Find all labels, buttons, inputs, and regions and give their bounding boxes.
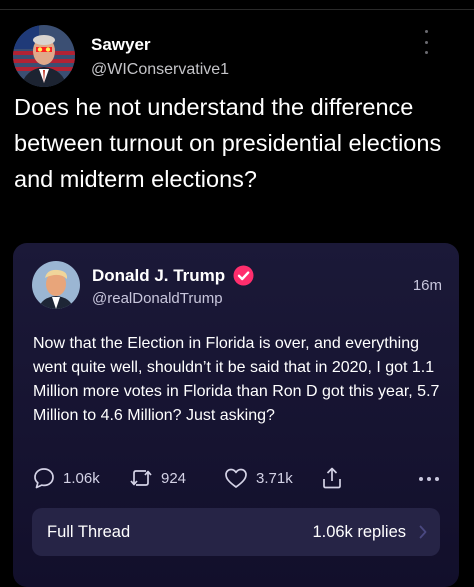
full-thread-replies: 1.06k replies xyxy=(312,523,406,541)
tweet-author-name[interactable]: Sawyer xyxy=(91,35,151,55)
quoted-author-avatar[interactable] xyxy=(32,261,80,309)
retweet-icon xyxy=(129,467,153,489)
chevron-right-icon xyxy=(418,525,428,539)
share-button[interactable] xyxy=(321,466,343,490)
retweet-button[interactable]: 924 xyxy=(129,466,186,490)
full-thread-button[interactable]: Full Thread 1.06k replies xyxy=(32,508,440,556)
quoted-author-handle[interactable]: @realDonaldTrump xyxy=(92,290,223,307)
reply-button[interactable]: 1.06k xyxy=(33,466,100,490)
reply-icon xyxy=(33,467,55,489)
quoted-tweet-text: Now that the Election in Florida is over… xyxy=(33,335,440,424)
share-icon xyxy=(321,466,343,490)
full-thread-label: Full Thread xyxy=(47,523,131,541)
like-button[interactable]: 3.71k xyxy=(224,466,293,490)
quoted-timestamp: 16m xyxy=(412,277,442,294)
tweet-text: Does he not understand the difference be… xyxy=(14,94,442,192)
tweet-author-avatar[interactable] xyxy=(13,25,75,87)
reply-count: 1.06k xyxy=(63,469,100,487)
like-icon xyxy=(224,467,248,489)
tweet-author-handle[interactable]: @WIConservative1 xyxy=(91,61,229,79)
quoted-tweet-card[interactable]: Donald J. Trump @realDonaldTrump 16m Now… xyxy=(13,243,459,587)
top-divider xyxy=(0,9,474,10)
like-count: 3.71k xyxy=(256,469,293,487)
more-vertical-icon[interactable] xyxy=(419,30,433,54)
retweet-count: 924 xyxy=(161,469,187,487)
verified-badge-icon xyxy=(233,265,254,286)
more-horizontal-icon[interactable] xyxy=(419,477,439,481)
quoted-author-name[interactable]: Donald J. Trump xyxy=(92,266,225,286)
